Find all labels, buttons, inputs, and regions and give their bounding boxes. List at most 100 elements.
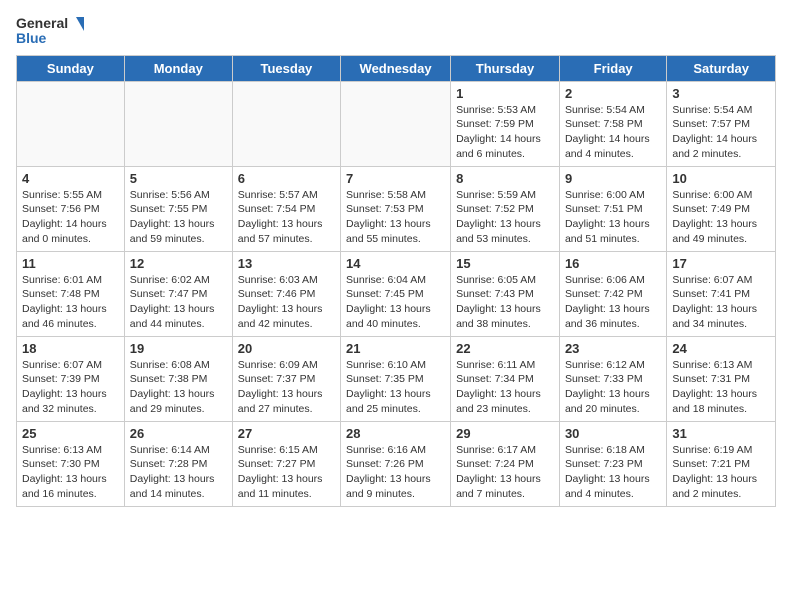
day-info: Sunrise: 6:08 AM Sunset: 7:38 PM Dayligh… [130, 358, 227, 417]
sunset-label: Sunset: 7:35 PM [346, 373, 424, 385]
calendar-week-row: 1 Sunrise: 5:53 AM Sunset: 7:59 PM Dayli… [17, 81, 776, 166]
calendar-day-cell: 3 Sunrise: 5:54 AM Sunset: 7:57 PM Dayli… [667, 81, 776, 166]
sunrise-label: Sunrise: 5:58 AM [346, 189, 426, 201]
daylight-label: Daylight: 13 hours and 38 minutes. [456, 303, 541, 330]
day-number: 28 [346, 426, 445, 441]
calendar-day-cell: 23 Sunrise: 6:12 AM Sunset: 7:33 PM Dayl… [559, 336, 666, 421]
day-number: 19 [130, 341, 227, 356]
daylight-label: Daylight: 13 hours and 49 minutes. [672, 218, 757, 245]
calendar-day-cell: 6 Sunrise: 5:57 AM Sunset: 7:54 PM Dayli… [232, 166, 340, 251]
sunrise-label: Sunrise: 5:55 AM [22, 189, 102, 201]
sunset-label: Sunset: 7:24 PM [456, 458, 534, 470]
weekday-header: Friday [559, 55, 666, 81]
day-number: 6 [238, 171, 335, 186]
sunset-label: Sunset: 7:43 PM [456, 288, 534, 300]
day-number: 9 [565, 171, 661, 186]
logo-container: General Blue [16, 16, 84, 47]
daylight-label: Daylight: 13 hours and 29 minutes. [130, 388, 215, 415]
day-info: Sunrise: 6:10 AM Sunset: 7:35 PM Dayligh… [346, 358, 445, 417]
sunrise-label: Sunrise: 6:04 AM [346, 274, 426, 286]
daylight-label: Daylight: 13 hours and 14 minutes. [130, 473, 215, 500]
calendar-day-cell: 26 Sunrise: 6:14 AM Sunset: 7:28 PM Dayl… [124, 421, 232, 506]
day-info: Sunrise: 6:00 AM Sunset: 7:51 PM Dayligh… [565, 188, 661, 247]
sunrise-label: Sunrise: 6:00 AM [672, 189, 752, 201]
sunset-label: Sunset: 7:48 PM [22, 288, 100, 300]
day-info: Sunrise: 6:15 AM Sunset: 7:27 PM Dayligh… [238, 443, 335, 502]
sunset-label: Sunset: 7:26 PM [346, 458, 424, 470]
day-info: Sunrise: 6:19 AM Sunset: 7:21 PM Dayligh… [672, 443, 770, 502]
daylight-label: Daylight: 13 hours and 42 minutes. [238, 303, 323, 330]
daylight-label: Daylight: 13 hours and 11 minutes. [238, 473, 323, 500]
sunset-label: Sunset: 7:28 PM [130, 458, 208, 470]
weekday-header: Saturday [667, 55, 776, 81]
sunset-label: Sunset: 7:53 PM [346, 203, 424, 215]
day-number: 30 [565, 426, 661, 441]
sunset-label: Sunset: 7:47 PM [130, 288, 208, 300]
calendar-day-cell: 20 Sunrise: 6:09 AM Sunset: 7:37 PM Dayl… [232, 336, 340, 421]
daylight-label: Daylight: 13 hours and 46 minutes. [22, 303, 107, 330]
day-info: Sunrise: 6:18 AM Sunset: 7:23 PM Dayligh… [565, 443, 661, 502]
day-info: Sunrise: 6:04 AM Sunset: 7:45 PM Dayligh… [346, 273, 445, 332]
day-number: 26 [130, 426, 227, 441]
sunset-label: Sunset: 7:38 PM [130, 373, 208, 385]
calendar-day-cell: 15 Sunrise: 6:05 AM Sunset: 7:43 PM Dayl… [451, 251, 560, 336]
sunset-label: Sunset: 7:37 PM [238, 373, 316, 385]
daylight-label: Daylight: 14 hours and 2 minutes. [672, 133, 757, 160]
calendar-day-cell [232, 81, 340, 166]
sunset-label: Sunset: 7:27 PM [238, 458, 316, 470]
calendar-day-cell: 1 Sunrise: 5:53 AM Sunset: 7:59 PM Dayli… [451, 81, 560, 166]
sunrise-label: Sunrise: 5:53 AM [456, 104, 536, 116]
daylight-label: Daylight: 13 hours and 25 minutes. [346, 388, 431, 415]
day-number: 10 [672, 171, 770, 186]
sunrise-label: Sunrise: 6:13 AM [22, 444, 102, 456]
sunset-label: Sunset: 7:33 PM [565, 373, 643, 385]
day-info: Sunrise: 6:03 AM Sunset: 7:46 PM Dayligh… [238, 273, 335, 332]
day-number: 14 [346, 256, 445, 271]
daylight-label: Daylight: 13 hours and 9 minutes. [346, 473, 431, 500]
day-number: 15 [456, 256, 554, 271]
day-info: Sunrise: 5:55 AM Sunset: 7:56 PM Dayligh… [22, 188, 119, 247]
calendar-week-row: 11 Sunrise: 6:01 AM Sunset: 7:48 PM Dayl… [17, 251, 776, 336]
day-number: 31 [672, 426, 770, 441]
calendar-header-row: SundayMondayTuesdayWednesdayThursdayFrid… [17, 55, 776, 81]
sunrise-label: Sunrise: 6:13 AM [672, 359, 752, 371]
sunrise-label: Sunrise: 6:07 AM [22, 359, 102, 371]
day-info: Sunrise: 6:07 AM Sunset: 7:41 PM Dayligh… [672, 273, 770, 332]
daylight-label: Daylight: 13 hours and 23 minutes. [456, 388, 541, 415]
day-number: 18 [22, 341, 119, 356]
day-info: Sunrise: 5:53 AM Sunset: 7:59 PM Dayligh… [456, 103, 554, 162]
calendar-day-cell: 11 Sunrise: 6:01 AM Sunset: 7:48 PM Dayl… [17, 251, 125, 336]
day-number: 4 [22, 171, 119, 186]
daylight-label: Daylight: 13 hours and 36 minutes. [565, 303, 650, 330]
calendar-day-cell: 25 Sunrise: 6:13 AM Sunset: 7:30 PM Dayl… [17, 421, 125, 506]
sunrise-label: Sunrise: 6:18 AM [565, 444, 645, 456]
sunset-label: Sunset: 7:21 PM [672, 458, 750, 470]
sunset-label: Sunset: 7:46 PM [238, 288, 316, 300]
sunset-label: Sunset: 7:45 PM [346, 288, 424, 300]
sunset-label: Sunset: 7:58 PM [565, 118, 643, 130]
daylight-label: Daylight: 14 hours and 0 minutes. [22, 218, 107, 245]
sunset-label: Sunset: 7:23 PM [565, 458, 643, 470]
daylight-label: Daylight: 13 hours and 32 minutes. [22, 388, 107, 415]
sunrise-label: Sunrise: 6:09 AM [238, 359, 318, 371]
calendar-day-cell: 27 Sunrise: 6:15 AM Sunset: 7:27 PM Dayl… [232, 421, 340, 506]
weekday-header: Sunday [17, 55, 125, 81]
sunrise-label: Sunrise: 6:19 AM [672, 444, 752, 456]
day-number: 25 [22, 426, 119, 441]
calendar-day-cell: 2 Sunrise: 5:54 AM Sunset: 7:58 PM Dayli… [559, 81, 666, 166]
calendar-week-row: 25 Sunrise: 6:13 AM Sunset: 7:30 PM Dayl… [17, 421, 776, 506]
sunset-label: Sunset: 7:52 PM [456, 203, 534, 215]
daylight-label: Daylight: 13 hours and 27 minutes. [238, 388, 323, 415]
sunset-label: Sunset: 7:54 PM [238, 203, 316, 215]
sunrise-label: Sunrise: 6:08 AM [130, 359, 210, 371]
sunrise-label: Sunrise: 5:54 AM [565, 104, 645, 116]
calendar-day-cell: 31 Sunrise: 6:19 AM Sunset: 7:21 PM Dayl… [667, 421, 776, 506]
calendar-day-cell: 16 Sunrise: 6:06 AM Sunset: 7:42 PM Dayl… [559, 251, 666, 336]
calendar-day-cell: 28 Sunrise: 6:16 AM Sunset: 7:26 PM Dayl… [341, 421, 451, 506]
calendar-day-cell: 18 Sunrise: 6:07 AM Sunset: 7:39 PM Dayl… [17, 336, 125, 421]
daylight-label: Daylight: 13 hours and 4 minutes. [565, 473, 650, 500]
sunrise-label: Sunrise: 6:16 AM [346, 444, 426, 456]
calendar-day-cell: 13 Sunrise: 6:03 AM Sunset: 7:46 PM Dayl… [232, 251, 340, 336]
day-info: Sunrise: 5:57 AM Sunset: 7:54 PM Dayligh… [238, 188, 335, 247]
calendar-day-cell: 12 Sunrise: 6:02 AM Sunset: 7:47 PM Dayl… [124, 251, 232, 336]
